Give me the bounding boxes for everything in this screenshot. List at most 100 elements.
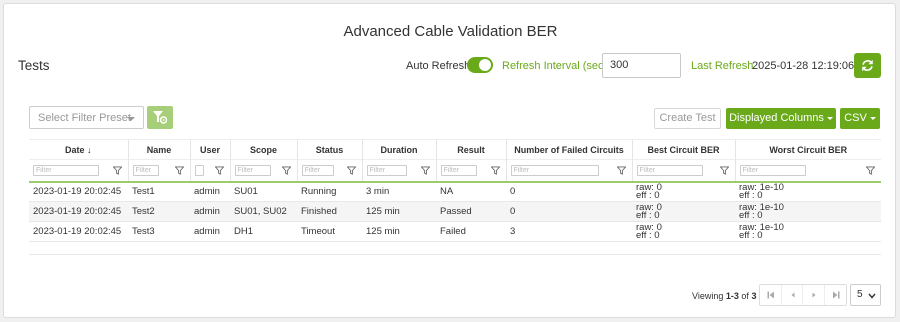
page-size-select[interactable]: 5 — [850, 284, 881, 306]
column-header-failed-circuits[interactable]: Number of Failed Circuits — [506, 139, 633, 160]
last-page-button[interactable] — [825, 285, 846, 305]
filter-icon[interactable] — [420, 166, 430, 175]
filter-row: Filter Filter Filter Filter Filter Filte… — [29, 159, 881, 183]
name-filter-input[interactable]: Filter — [132, 164, 159, 176]
refresh-interval-input[interactable]: 300 — [602, 53, 681, 78]
cell-scope: DH1 — [230, 221, 297, 242]
date-filter-input[interactable]: Filter — [33, 164, 99, 176]
pagination-summary: Viewing 1-3 of 3 — [692, 291, 757, 301]
cell-user: admin — [190, 181, 230, 202]
column-header-worst-ber[interactable]: Worst Circuit BER — [735, 139, 881, 160]
refresh-interval-label: Refresh Interval (sec) — [502, 60, 608, 72]
main-panel: Advanced Cable Validation BER Tests Auto… — [3, 3, 896, 318]
duration-filter-input[interactable]: Filter — [366, 164, 407, 176]
filter-icon[interactable] — [174, 166, 184, 175]
column-header-duration[interactable]: Duration — [362, 139, 437, 160]
cell-worst-ber: raw: 1e-10 eff : 0 — [735, 221, 881, 242]
cell-status: Finished — [297, 201, 362, 222]
first-page-icon — [767, 291, 774, 299]
worst-ber-filter-input[interactable]: Filter — [739, 164, 806, 176]
cell-failed-circuits: 3 — [506, 221, 632, 242]
next-page-button[interactable] — [803, 285, 825, 305]
create-test-button[interactable]: Create Test — [654, 108, 721, 129]
cell-failed-circuits: 0 — [506, 201, 632, 222]
cell-best-ber: raw: 0 eff : 0 — [632, 201, 735, 222]
last-refresh-value: 2025-01-28 12:19:06 — [752, 60, 855, 72]
csv-label: CSV — [844, 112, 867, 124]
column-header-scope[interactable]: Scope — [230, 139, 298, 160]
filter-icon[interactable] — [866, 166, 875, 175]
cell-worst-ber: raw: 1e-10 eff : 0 — [735, 181, 881, 202]
refresh-icon — [862, 59, 873, 72]
filter-icon[interactable] — [616, 166, 626, 175]
column-header-user[interactable]: User — [190, 139, 231, 160]
cell-status: Timeout — [297, 221, 362, 242]
filter-icon[interactable] — [346, 166, 356, 175]
caret-down-icon — [826, 116, 833, 120]
table-bottom-border — [29, 254, 881, 255]
table-row[interactable]: 2023-01-19 20:02:45 Test1 admin SU01 Run… — [29, 181, 881, 202]
cell-name: Test1 — [128, 181, 190, 202]
page-size-value: 5 — [857, 289, 863, 300]
cell-result: Passed — [436, 201, 506, 222]
cell-best-ber: raw: 0 eff : 0 — [632, 221, 735, 242]
previous-page-button[interactable] — [782, 285, 803, 305]
previous-page-icon — [791, 292, 794, 298]
filter-icon[interactable] — [719, 166, 729, 175]
header-row: Date ↓ Name User Scope Status Duration R… — [29, 139, 881, 160]
cell-name: Test3 — [128, 221, 190, 242]
section-label: Tests — [18, 58, 50, 73]
filter-preset-select[interactable]: Select Filter Preset — [29, 106, 144, 129]
column-header-date[interactable]: Date ↓ — [29, 139, 129, 160]
result-filter-input[interactable]: Filter — [440, 164, 477, 176]
filter-settings-icon — [153, 111, 167, 124]
filter-icon[interactable] — [281, 166, 291, 175]
toggle-knob — [479, 59, 491, 71]
table-row[interactable]: 2023-01-19 20:02:45 Test3 admin DH1 Time… — [29, 221, 881, 242]
cell-duration: 125 min — [362, 201, 436, 222]
column-header-name[interactable]: Name — [128, 139, 191, 160]
auto-refresh-toggle[interactable] — [467, 57, 493, 73]
cell-user: admin — [190, 201, 230, 222]
cell-duration: 3 min — [362, 181, 436, 202]
column-header-best-ber[interactable]: Best Circuit BER — [632, 139, 736, 160]
last-refresh-label: Last Refresh — [691, 60, 754, 72]
cell-scope: SU01, SU02 — [230, 201, 297, 222]
failed-circuits-filter-input[interactable]: Filter — [510, 164, 599, 176]
cell-scope: SU01 — [230, 181, 297, 202]
last-page-icon — [832, 291, 839, 299]
sort-desc-icon: ↓ — [87, 144, 92, 155]
best-ber-filter-input[interactable]: Filter — [636, 164, 703, 176]
filter-preset-settings-button[interactable] — [147, 106, 173, 129]
cell-date: 2023-01-19 20:02:45 — [29, 201, 128, 222]
filter-preset-placeholder: Select Filter Preset — [38, 112, 131, 124]
filter-icon[interactable] — [214, 166, 224, 175]
status-filter-input[interactable]: Filter — [301, 164, 334, 176]
next-page-icon — [812, 292, 816, 298]
displayed-columns-button[interactable]: Displayed Columns — [726, 108, 836, 129]
filter-icon[interactable] — [112, 166, 122, 175]
csv-button[interactable]: CSV — [840, 108, 880, 129]
first-page-button[interactable] — [760, 285, 782, 305]
filter-icon[interactable] — [490, 166, 500, 175]
cell-result: Failed — [436, 221, 506, 242]
user-filter-input[interactable]: Filter — [194, 164, 204, 176]
cell-name: Test2 — [128, 201, 190, 222]
chevron-down-icon — [868, 293, 876, 299]
cell-status: Running — [297, 181, 362, 202]
pagination-controls — [759, 284, 847, 306]
table-row[interactable]: 2023-01-19 20:02:45 Test2 admin SU01, SU… — [29, 201, 881, 222]
scope-filter-input[interactable]: Filter — [234, 164, 271, 176]
caret-down-icon — [869, 116, 876, 120]
cell-duration: 125 min — [362, 221, 436, 242]
auto-refresh-label: Auto Refresh — [406, 60, 471, 72]
cell-failed-circuits: 0 — [506, 181, 632, 202]
refresh-button[interactable] — [854, 53, 881, 78]
cell-best-ber: raw: 0 eff : 0 — [632, 181, 735, 202]
tests-table: Date ↓ Name User Scope Status Duration R… — [29, 139, 881, 242]
cell-worst-ber: raw: 1e-10 eff : 0 — [735, 201, 881, 222]
column-header-result[interactable]: Result — [436, 139, 507, 160]
cell-result: NA — [436, 181, 506, 202]
cell-date: 2023-01-19 20:02:45 — [29, 181, 128, 202]
column-header-status[interactable]: Status — [297, 139, 363, 160]
